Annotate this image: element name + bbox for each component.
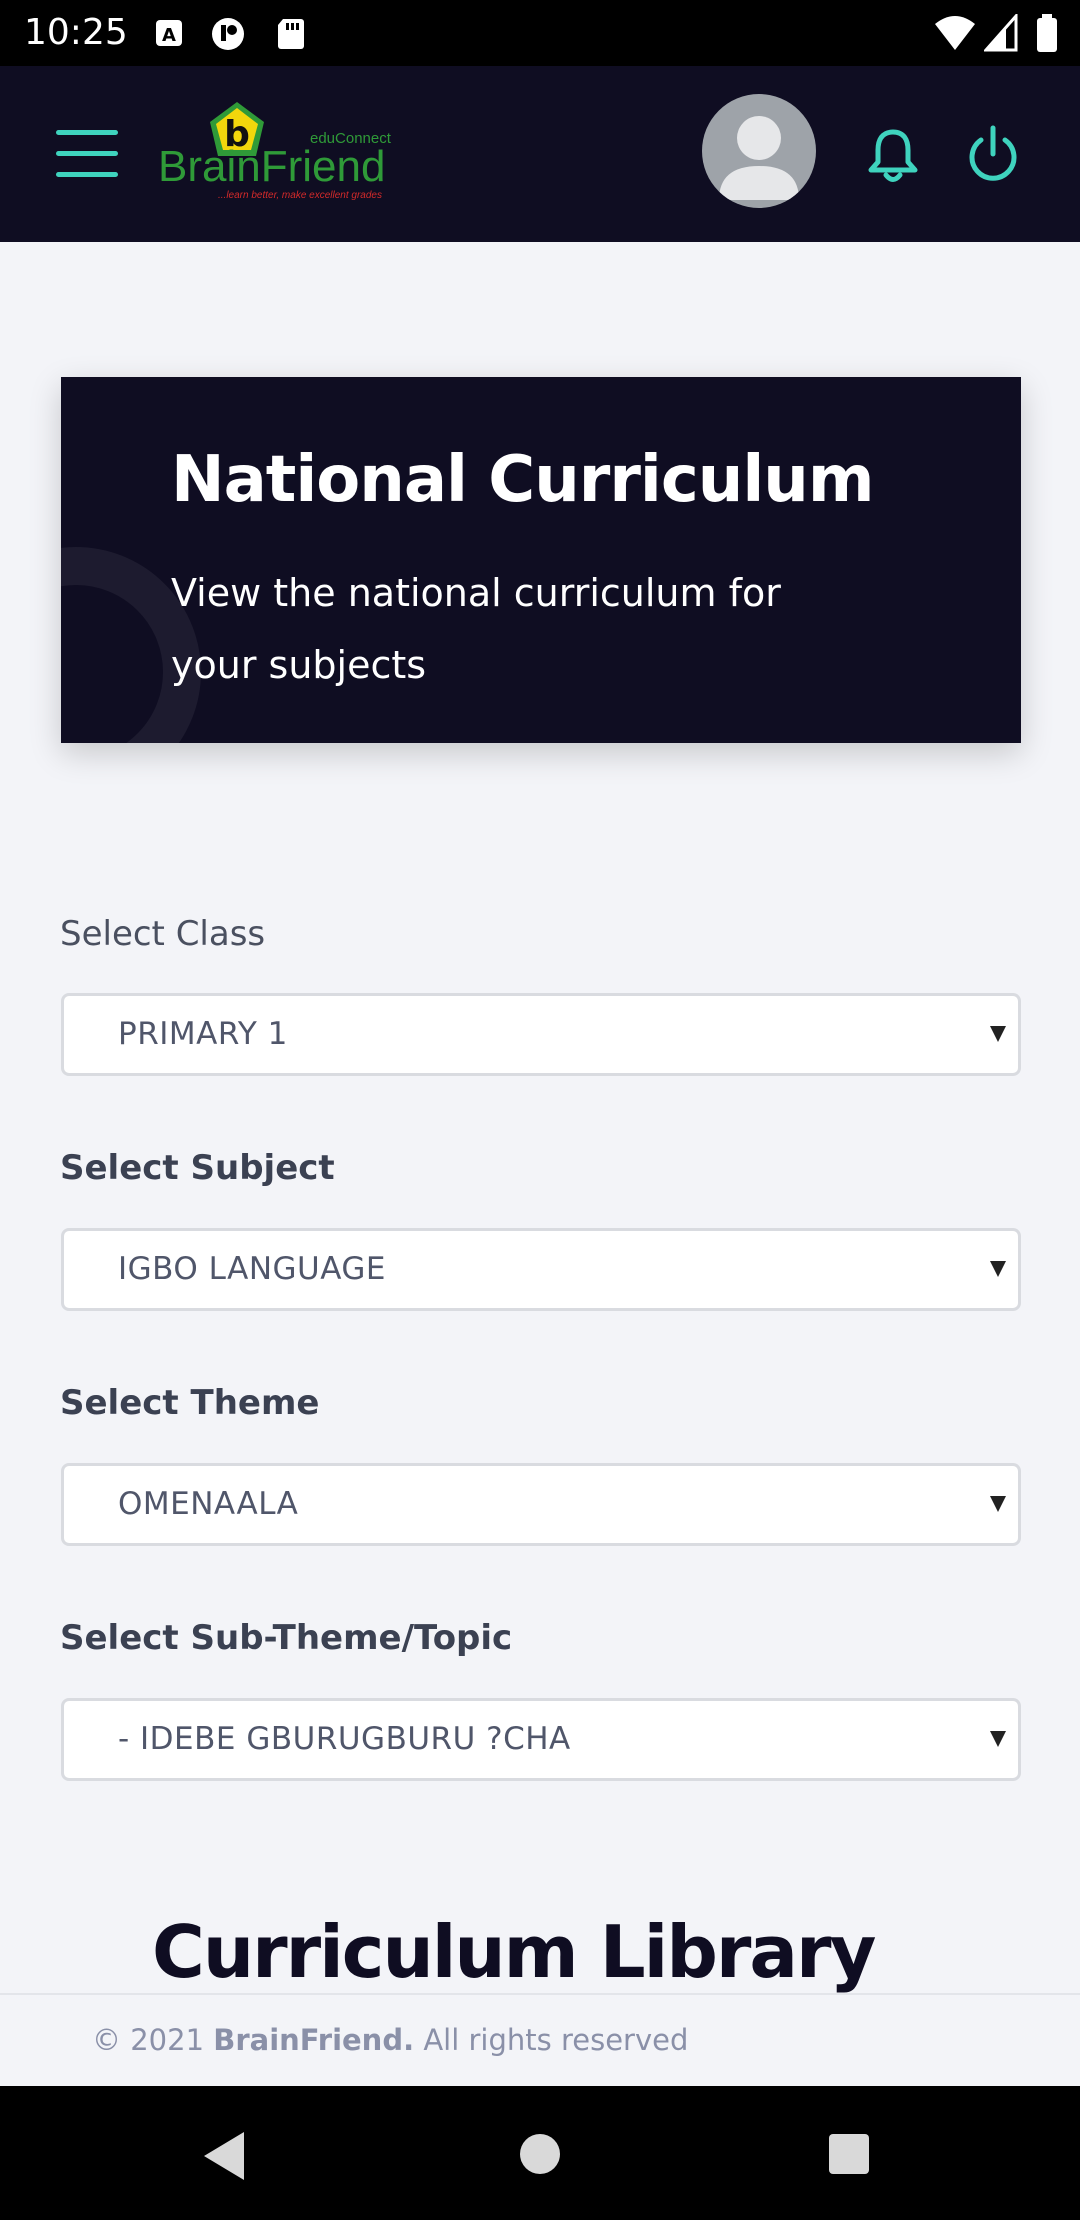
curriculum-library-title: Curriculum Library (152, 1910, 876, 1994)
brainfriend-logo[interactable]: b eduConnect BrainFriend ...learn better… (158, 100, 398, 206)
class-select[interactable]: PRIMARY 1 (61, 993, 1021, 1076)
subject-select[interactable]: IGBO LANGUAGE (61, 1228, 1021, 1311)
theme-select[interactable]: OMENAALA (61, 1463, 1021, 1546)
theme-label: Select Theme (60, 1383, 320, 1423)
page-title: National Curriculum (171, 443, 874, 517)
class-select-value: PRIMARY 1 (118, 1016, 288, 1052)
subtheme-select[interactable]: - IDEBE GBURUGBURU ?CHA (61, 1698, 1021, 1781)
subject-select-value: IGBO LANGUAGE (118, 1251, 387, 1287)
chevron-down-icon (990, 1496, 1006, 1512)
status-time: 10:25 (24, 12, 128, 53)
a-badge-icon: A (152, 16, 186, 50)
bell-icon[interactable] (866, 128, 920, 184)
logo-tagline: ...learn better, make excellent grades (218, 190, 382, 201)
status-bar: 10:25 A (0, 0, 1080, 66)
recent-apps-icon[interactable] (829, 2134, 869, 2174)
subject-label: Select Subject (60, 1148, 335, 1188)
wifi-icon (934, 14, 976, 56)
signal-icon (982, 12, 1018, 56)
subtheme-select-value: - IDEBE GBURUGBURU ?CHA (118, 1721, 571, 1757)
battery-icon (1036, 14, 1058, 56)
avatar[interactable] (702, 94, 816, 208)
footer-brand-link[interactable]: BrainFriend. (213, 2023, 414, 2057)
copyright-text: © 2021 BrainFriend. All rights reserved (92, 2023, 689, 2057)
hero-card: National Curriculum View the national cu… (61, 377, 1021, 743)
chevron-down-icon (990, 1261, 1006, 1277)
sd-card-icon (274, 16, 308, 50)
chevron-down-icon (990, 1731, 1006, 1747)
app-header: b eduConnect BrainFriend ...learn better… (0, 66, 1080, 242)
logo-brand-text: BrainFriend (158, 142, 386, 191)
back-icon[interactable] (204, 2132, 244, 2180)
power-icon[interactable] (966, 124, 1020, 184)
footer: © 2021 BrainFriend. All rights reserved (0, 1993, 1080, 2086)
home-icon[interactable] (520, 2134, 560, 2174)
page-subtitle: View the national curriculum for your su… (171, 571, 781, 687)
subtheme-label: Select Sub-Theme/Topic (60, 1618, 513, 1658)
system-nav-bar (0, 2086, 1080, 2220)
menu-icon[interactable] (56, 130, 118, 178)
chevron-down-icon (990, 1026, 1006, 1042)
theme-select-value: OMENAALA (118, 1486, 299, 1522)
class-label: Select Class (60, 914, 266, 954)
svg-text:A: A (162, 25, 176, 46)
podcast-icon (210, 16, 244, 50)
